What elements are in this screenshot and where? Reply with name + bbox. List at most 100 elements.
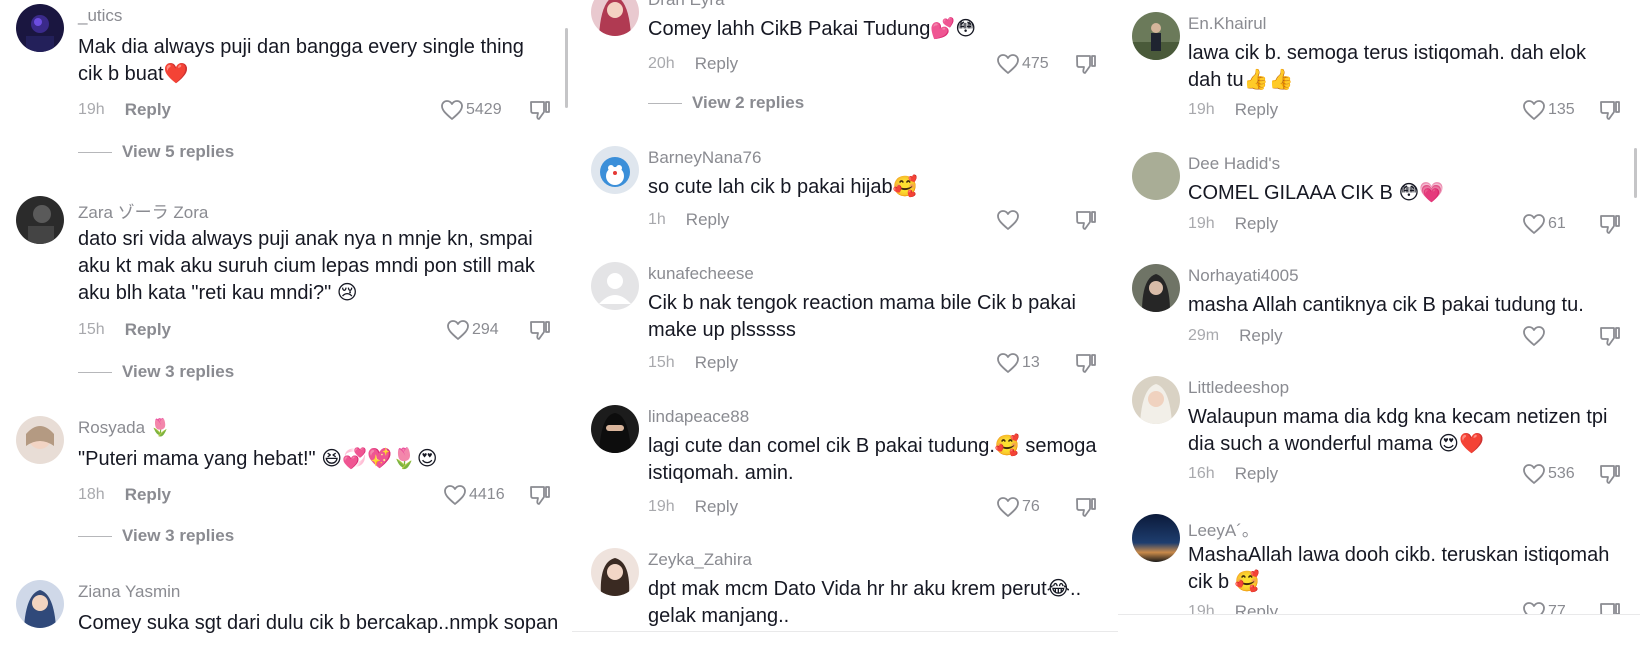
heart-outline-icon [447,320,469,340]
dislike-button[interactable] [1074,495,1098,519]
comment-username[interactable]: LeeyA´。 [1188,516,1259,541]
divider [78,535,112,537]
comment-text: Comey suka sgt dari dulu cik b bercakap.… [78,612,559,634]
dislike-button[interactable] [528,318,552,342]
comment-text: lagi cute dan comel cik B pakai tudung.🥰… [648,435,1097,484]
comment-username[interactable]: Rosyada 🌷 [78,418,171,438]
dislike-button[interactable] [1074,52,1098,76]
like-button[interactable] [996,208,1022,232]
comment-username[interactable]: _utics [78,6,122,26]
view-replies-button[interactable]: View 3 replies [78,524,234,548]
avatar[interactable] [591,405,639,453]
like-button[interactable]: 77 [1522,600,1566,615]
avatar[interactable] [16,580,64,628]
avatar[interactable] [16,4,64,52]
avatar[interactable] [591,146,639,194]
avatar[interactable] [591,262,639,310]
view-replies-label: View 3 replies [122,362,235,381]
comment-text: Mak dia always puji dan bangga every sin… [78,36,524,85]
comment-meta: 1h Reply [648,208,729,232]
avatar[interactable] [1132,152,1180,200]
reply-button[interactable]: Reply [1239,326,1282,346]
comment-text: so cute lah cik b pakai hijab🥰 [648,176,918,198]
comment-panel-3[interactable]: En.Khairul lawa cik b. semoga terus isti… [1118,0,1640,615]
reply-button[interactable]: Reply [1235,214,1278,234]
like-button[interactable]: 61 [1522,212,1566,236]
like-button[interactable] [1522,324,1548,348]
comment-username[interactable]: lindapeace88 [648,407,749,427]
view-replies-label: View 3 replies [122,526,235,545]
view-replies-button[interactable]: View 3 replies [78,360,234,384]
reply-button[interactable]: Reply [1235,100,1278,120]
dislike-button[interactable] [1074,208,1098,232]
like-count: 61 [1548,215,1566,232]
avatar[interactable] [16,416,64,464]
like-button[interactable]: 5429 [440,98,502,122]
comment-text: Cik b nak tengok reaction mama bile Cik … [648,292,1076,341]
like-count: 77 [1548,603,1566,615]
reply-button[interactable]: Reply [125,100,171,120]
thumbs-down-icon [1600,603,1620,614]
comment-time: 15h [648,354,675,371]
comment-username[interactable]: Zara ゾーラ Zora [78,198,208,223]
avatar[interactable] [16,196,64,244]
comment-time: 1h [648,211,666,228]
comment-username[interactable]: Norhayati4005 [1188,266,1299,286]
like-button[interactable]: 76 [996,495,1040,519]
comment-username[interactable]: Dee Hadid's [1188,154,1280,174]
dislike-button[interactable] [528,98,552,122]
like-count: 135 [1548,101,1575,118]
avatar[interactable] [1132,376,1180,424]
comment-text: COMEL GILAAA CIK B 😳💗 [1188,182,1445,204]
comment-username[interactable]: Littledeeshop [1188,378,1289,398]
like-button[interactable]: 135 [1522,98,1575,122]
reply-button[interactable]: Reply [1235,464,1278,484]
comment-panel-2[interactable]: Dran Eyra Comey lahh CikB Pakai Tudung💕😳… [572,0,1118,632]
dislike-button[interactable] [1598,98,1622,122]
like-count: 76 [1022,498,1040,515]
scrollbar[interactable] [565,28,568,108]
dislike-button[interactable] [1598,600,1622,614]
comment-username[interactable]: Zeyka_Zahira [648,550,752,570]
thumbs-down-icon [1600,465,1620,484]
dislike-button[interactable] [528,483,552,507]
reply-button[interactable]: Reply [686,210,729,230]
thumbs-down-icon [1600,215,1620,234]
avatar[interactable] [591,548,639,596]
reply-button[interactable]: Reply [695,54,738,74]
comment-username[interactable]: BarneyNana76 [648,148,761,168]
comment-username[interactable]: kunafecheese [648,264,754,284]
scrollbar[interactable] [1634,148,1637,198]
heart-outline-icon [1523,464,1545,484]
view-replies-button[interactable]: View 2 replies [648,91,804,115]
comment-time: 19h [1188,215,1215,232]
reply-button[interactable]: Reply [695,497,738,517]
comment-username[interactable]: Dran Eyra [648,0,725,10]
comment-time: 19h [648,498,675,515]
like-button[interactable]: 475 [996,52,1049,76]
reply-button[interactable]: Reply [125,485,171,505]
like-button[interactable]: 294 [446,318,499,342]
dislike-button[interactable] [1074,351,1098,375]
dislike-button[interactable] [1598,212,1622,236]
dislike-button[interactable] [1598,462,1622,486]
comment-username[interactable]: En.Khairul [1188,14,1266,34]
thumbs-down-icon [1076,354,1096,373]
view-replies-button[interactable]: View 5 replies [78,140,234,164]
like-button[interactable]: 536 [1522,462,1575,486]
heart-outline-icon [1523,326,1545,346]
like-button[interactable]: 4416 [443,483,505,507]
reply-button[interactable]: Reply [1235,602,1278,614]
like-button[interactable]: 13 [996,351,1040,375]
dislike-button[interactable] [1598,324,1622,348]
comment-meta: 15h Reply [648,351,738,375]
comment-username[interactable]: Ziana Yasmin [78,582,180,602]
avatar[interactable] [1132,264,1180,312]
reply-button[interactable]: Reply [125,320,171,340]
thumbs-down-icon [1600,101,1620,120]
avatar[interactable] [1132,12,1180,60]
comment-panel-1[interactable]: _utics Mak dia always puji dan bangga ev… [0,0,572,670]
avatar[interactable] [591,0,639,36]
avatar[interactable] [1132,514,1180,562]
reply-button[interactable]: Reply [695,353,738,373]
